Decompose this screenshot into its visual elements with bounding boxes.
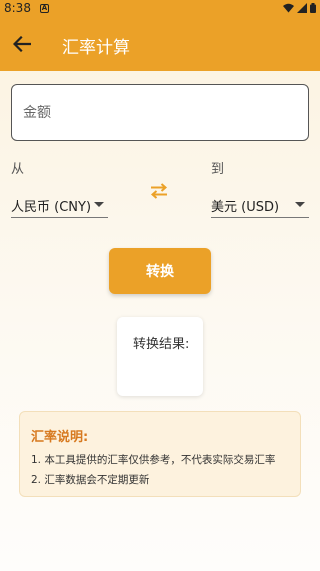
- to-currency-value: 美元 (USD): [211, 200, 280, 215]
- from-currency-value: 人民币 (CNY): [11, 200, 92, 215]
- notification-icon: A: [40, 4, 49, 13]
- info-card: 汇率说明: 1. 本工具提供的汇率仅供参考，不代表实际交易汇率 2. 汇率数据会…: [19, 411, 301, 497]
- info-title: 汇率说明:: [31, 430, 89, 445]
- swap-arrows-icon[interactable]: [149, 182, 169, 200]
- result-card: 转换结果:: [117, 317, 203, 396]
- dropdown-caret-icon: [94, 202, 104, 207]
- status-time: 8:38: [4, 1, 31, 15]
- amount-input[interactable]: [11, 84, 309, 141]
- wifi-icon: [283, 3, 294, 13]
- from-label: 从: [11, 162, 25, 177]
- status-bar: 8:38 A: [0, 0, 320, 17]
- convert-button[interactable]: 转换: [109, 248, 211, 294]
- to-label: 到: [211, 162, 225, 177]
- arrow-left-icon: [13, 36, 31, 52]
- signal-icon: [297, 3, 307, 13]
- from-currency-dropdown[interactable]: 人民币 (CNY): [11, 192, 108, 218]
- info-item: 2. 汇率数据会不定期更新: [31, 474, 150, 486]
- to-currency-dropdown[interactable]: 美元 (USD): [211, 192, 309, 218]
- info-item: 1. 本工具提供的汇率仅供参考，不代表实际交易汇率: [31, 454, 276, 466]
- page-title: 汇率计算: [62, 38, 130, 58]
- dropdown-caret-icon: [295, 202, 305, 207]
- result-label: 转换结果:: [133, 337, 190, 352]
- app-bar: 汇率计算: [0, 17, 320, 71]
- back-button[interactable]: [8, 30, 36, 58]
- status-indicators: [283, 3, 316, 13]
- battery-icon: [310, 3, 316, 13]
